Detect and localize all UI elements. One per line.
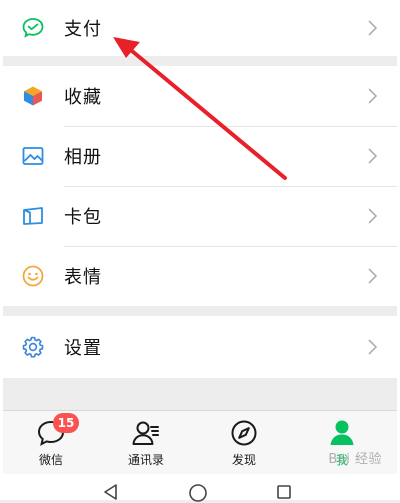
- smiley-icon: [20, 263, 46, 289]
- android-nav-bar: [0, 474, 400, 503]
- album-picture-icon: [20, 143, 46, 169]
- me-person-icon: [326, 417, 358, 449]
- chevron-right-icon: [368, 208, 378, 224]
- tab-chats-label: 微信: [38, 453, 63, 467]
- chevron-right-icon: [368, 268, 378, 284]
- tab-contacts[interactable]: 通讯录: [106, 411, 186, 475]
- recents-square-icon[interactable]: [276, 484, 292, 500]
- watermark-text: Bai 经验: [328, 452, 382, 467]
- home-circle-icon[interactable]: [188, 483, 208, 503]
- menu-item-cards[interactable]: 卡包: [0, 186, 400, 246]
- tab-discover-label: 发现: [231, 453, 256, 467]
- menu-item-favorites-label: 收藏: [64, 87, 102, 108]
- menu-item-settings[interactable]: 设置: [0, 317, 400, 377]
- wechat-pay-icon: [20, 15, 46, 41]
- tab-contacts-label: 通讯录: [127, 453, 164, 467]
- screen-frame-left: [0, 0, 3, 500]
- menu-item-stickers[interactable]: 表情: [0, 246, 400, 306]
- menu-group-pay: 支付: [0, 0, 400, 56]
- menu-item-cards-label: 卡包: [64, 207, 102, 228]
- menu-item-stickers-label: 表情: [64, 267, 102, 288]
- menu-item-pay-label: 支付: [64, 19, 102, 40]
- card-wallet-icon: [20, 203, 46, 229]
- tab-discover[interactable]: 发现: [204, 411, 284, 475]
- back-triangle-icon[interactable]: [102, 483, 120, 501]
- chevron-right-icon: [368, 20, 378, 36]
- chevron-right-icon: [368, 339, 378, 355]
- menu-group-settings: 设置: [0, 316, 400, 378]
- chat-bubble-icon: 15: [35, 413, 79, 449]
- menu-item-album-label: 相册: [64, 147, 102, 168]
- contacts-icon: [130, 417, 162, 449]
- compass-icon: [228, 417, 260, 449]
- menu-item-album[interactable]: 相册: [0, 126, 400, 186]
- menu-item-pay[interactable]: 支付: [0, 0, 400, 58]
- tab-chats[interactable]: 15 微信: [11, 411, 91, 475]
- chevron-right-icon: [368, 88, 378, 104]
- gear-icon: [20, 334, 46, 360]
- menu-item-settings-label: 设置: [64, 338, 102, 359]
- unread-badge: 15: [53, 413, 79, 433]
- chevron-right-icon: [368, 148, 378, 164]
- menu-group-features: 收藏 相册 卡包 表情: [0, 66, 400, 306]
- favorites-cube-icon: [20, 83, 46, 109]
- menu-item-favorites[interactable]: 收藏: [0, 66, 400, 126]
